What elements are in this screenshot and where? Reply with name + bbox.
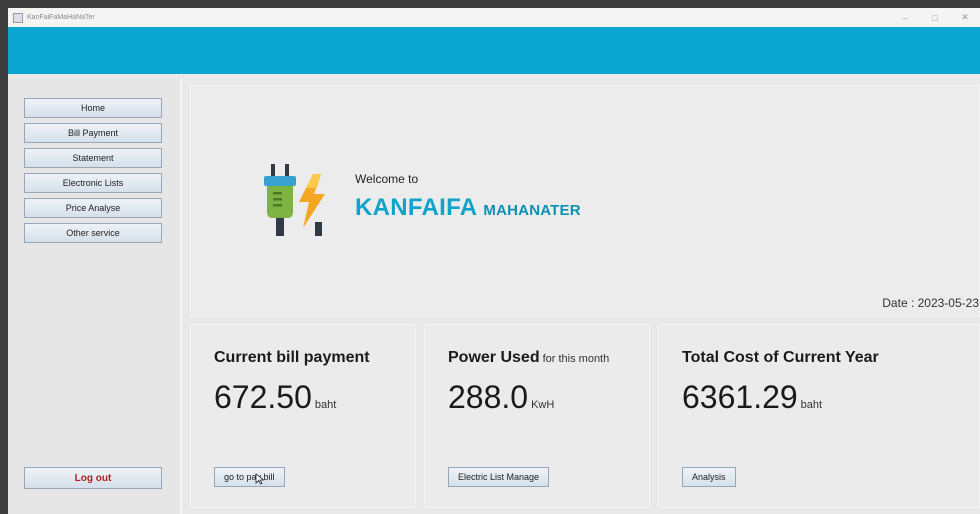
card-value-unit: KwH (531, 399, 555, 411)
card-value: 288.0 KwH (448, 379, 554, 416)
sidebar-item-bill-payment[interactable]: Bill Payment (24, 123, 162, 143)
date-label: Date : 2023-05-23 (882, 296, 979, 310)
analysis-button[interactable]: Analysis (682, 467, 736, 487)
screen-frame: KanFaiFaMaHaNaTer – □ ✕ Home Bill Paymen… (0, 0, 980, 514)
card-value: 672.50 baht (214, 379, 336, 416)
sidebar-item-price-analyse[interactable]: Price Analyse (24, 198, 162, 218)
close-icon[interactable]: ✕ (950, 12, 980, 23)
window-controls: – □ ✕ (890, 8, 980, 27)
card-value-unit: baht (800, 399, 823, 411)
sidebar-item-home[interactable]: Home (24, 98, 162, 118)
minimize-icon[interactable]: – (890, 13, 920, 23)
logout-button[interactable]: Log out (24, 467, 162, 489)
card-value: 6361.29 baht (682, 379, 822, 416)
sidebar-item-electronic-lists[interactable]: Electronic Lists (24, 173, 162, 193)
title-bar: KanFaiFaMaHaNaTer – □ ✕ (8, 8, 980, 27)
card-current-bill: Current bill payment 672.50 baht go to pa… (190, 324, 416, 508)
card-power-used: Power Used for this month 288.0 KwH Electr… (424, 324, 650, 508)
sidebar-item-statement[interactable]: Statement (24, 148, 162, 168)
electric-list-manage-button[interactable]: Electric List Manage (448, 467, 550, 487)
welcome-panel: Welcome to KANFAIFA MAHANATER Date : 2023… (190, 85, 980, 317)
card-title-text: Power Used (448, 349, 540, 366)
app-window: KanFaiFaMaHaNaTer – □ ✕ Home Bill Paymen… (8, 8, 980, 514)
plug-lightning-icon (264, 164, 325, 236)
sidebar: Home Bill Payment Statement Electronic L… (8, 79, 182, 514)
card-title: Power Used for this month (448, 349, 609, 367)
card-subtitle: for this month (542, 353, 610, 365)
brand-subtitle: MAHANATER (483, 202, 581, 219)
header-banner (8, 27, 980, 74)
brand-title: KANFAIFA MAHANATER (355, 194, 581, 222)
maximize-icon[interactable]: □ (920, 13, 950, 23)
window-title: KanFaiFaMaHaNaTer (27, 14, 95, 21)
card-title: Current bill payment (214, 349, 370, 367)
sidebar-item-other-service[interactable]: Other service (24, 223, 162, 243)
brand-name: KANFAIFA (355, 194, 478, 221)
welcome-greeting: Welcome to (355, 172, 419, 186)
card-value-number: 6361.29 (682, 379, 798, 415)
card-title: Total Cost of Current Year (682, 349, 879, 367)
card-value-unit: baht (314, 399, 337, 411)
go-to-pay-bill-button[interactable]: go to pay bill (214, 467, 285, 487)
card-title-text: Total Cost of Current Year (682, 349, 879, 366)
mouse-cursor-icon (255, 473, 265, 485)
app-icon (13, 12, 23, 23)
card-value-number: 672.50 (214, 379, 312, 415)
card-value-number: 288.0 (448, 379, 529, 415)
card-total-cost: Total Cost of Current Year 6361.29 baht A… (658, 324, 980, 508)
card-title-text: Current bill payment (214, 349, 370, 366)
